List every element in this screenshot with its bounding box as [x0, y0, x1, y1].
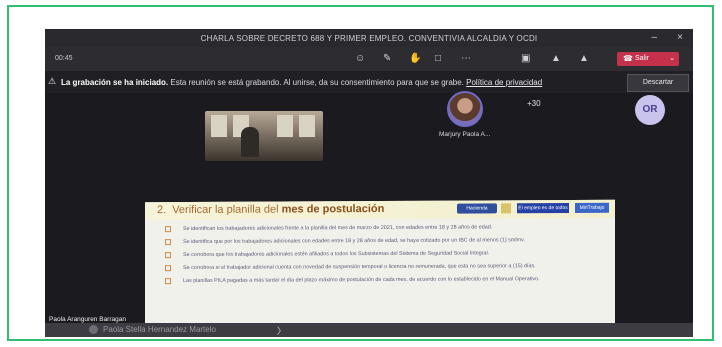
privacy-link[interactable]: Política de privacidad	[466, 78, 542, 87]
close-icon[interactable]: ×	[677, 32, 683, 43]
mic-icon[interactable]: ▲	[551, 53, 561, 64]
camera-icon[interactable]: ▣	[521, 53, 530, 64]
checkbox-icon	[165, 278, 171, 285]
checkbox-icon	[165, 265, 171, 272]
participant-name: Marjury Paola A...	[439, 131, 491, 138]
slide-title-pre: Verificar la planilla del	[172, 203, 279, 217]
participant-video[interactable]	[205, 111, 323, 161]
rooms-icon[interactable]: □	[435, 53, 441, 64]
chat-icon[interactable]: ✎	[383, 53, 391, 64]
meeting-stage: Marjury Paola A... +30 OR 2. Verificar la…	[45, 91, 693, 337]
avatar[interactable]	[447, 91, 483, 127]
list-item: Se identifican los trabajadores adiciona…	[165, 224, 595, 233]
list-item: Se identifica que por los trabajadores a…	[165, 237, 595, 246]
presenter-name: Paola Aranguren Barragan	[49, 316, 126, 323]
bullet-text: Se corrobora si el trabajador adicional …	[183, 263, 536, 272]
participant-figure	[241, 127, 259, 157]
bullet-text: Se identifica que por los trabajadores a…	[183, 237, 525, 246]
phone-icon: ☎	[623, 54, 633, 63]
slide-header: 2. Verificar la planilla del mes de postu…	[145, 199, 615, 221]
participant-strip: Paola Stella Hernandez Martelo 〉	[45, 323, 693, 337]
participants-overflow[interactable]: +30	[527, 99, 541, 108]
empleo-logo: El empleo es de todos	[517, 203, 569, 214]
recording-text: Esta reunión se está grabando. Al unirse…	[170, 78, 464, 87]
dismiss-button[interactable]: Descartar	[627, 74, 689, 92]
teams-meeting-window: CHARLA SOBRE DECRETO 688 Y PRIMER EMPLEO…	[45, 29, 693, 337]
slide-bullets: Se identifican los trabajadores adiciona…	[165, 224, 595, 291]
meeting-toolbar: 00:45 ☺ ✎ ✋ □ ⋯ ▣ ▲ ▲ ☎ Salir ⌄	[45, 47, 693, 71]
shield-logo	[501, 203, 511, 214]
raise-hand-icon[interactable]: ✋	[409, 53, 421, 64]
checkbox-icon	[165, 252, 171, 259]
bullet-text: Las planillas PILA pagadas a más tardar …	[183, 276, 540, 285]
warning-icon: ⚠	[48, 76, 57, 86]
hacienda-logo: Hacienda	[457, 203, 497, 214]
leave-label: Salir	[635, 55, 650, 62]
chevron-down-icon[interactable]: ⌄	[669, 52, 675, 66]
recording-title: La grabación se ha iniciado.	[61, 78, 169, 87]
minimize-icon[interactable]: –	[651, 32, 657, 43]
recording-banner: ⚠ La grabación se ha iniciado. Esta reun…	[45, 71, 693, 93]
window-title: CHARLA SOBRE DECRETO 688 Y PRIMER EMPLEO…	[200, 34, 538, 43]
slide-title: 2. Verificar la planilla del mes de postu…	[157, 203, 384, 216]
list-item: Se corrobora si el trabajador adicional …	[165, 263, 595, 272]
list-item: Las planillas PILA pagadas a más tardar …	[165, 276, 595, 285]
screenshot-frame: CHARLA SOBRE DECRETO 688 Y PRIMER EMPLEO…	[7, 5, 714, 341]
video-background	[211, 115, 227, 137]
bullet-text: Se corrobora que los trabajadores adicio…	[183, 250, 490, 259]
meeting-timer: 00:45	[55, 55, 73, 62]
checkbox-icon	[165, 239, 171, 246]
shared-slide: 2. Verificar la planilla del mes de postu…	[145, 199, 615, 337]
leave-button[interactable]: ☎ Salir ⌄	[617, 52, 679, 66]
recording-message: La grabación se ha iniciado. Esta reunió…	[61, 78, 542, 87]
people-icon[interactable]: ☺	[355, 53, 365, 64]
participant-name[interactable]: Paola Stella Hernandez Martelo	[103, 325, 216, 334]
slide-number: 2.	[157, 204, 167, 217]
video-background	[299, 115, 315, 137]
cursor-icon: 〉	[277, 326, 287, 336]
avatar	[89, 325, 98, 334]
mintrabajo-logo: MinTrabajo	[575, 202, 609, 213]
checkbox-icon	[165, 226, 171, 233]
title-bar: CHARLA SOBRE DECRETO 688 Y PRIMER EMPLEO…	[45, 29, 693, 47]
slide-title-bold: mes de postulación	[281, 202, 385, 216]
video-background	[277, 115, 293, 137]
initials-avatar[interactable]: OR	[635, 95, 665, 125]
bullet-text: Se identifican los trabajadores adiciona…	[183, 224, 493, 233]
list-item: Se corrobora que los trabajadores adicio…	[165, 250, 595, 259]
more-icon[interactable]: ⋯	[461, 53, 471, 64]
share-icon[interactable]: ▲	[579, 53, 589, 64]
